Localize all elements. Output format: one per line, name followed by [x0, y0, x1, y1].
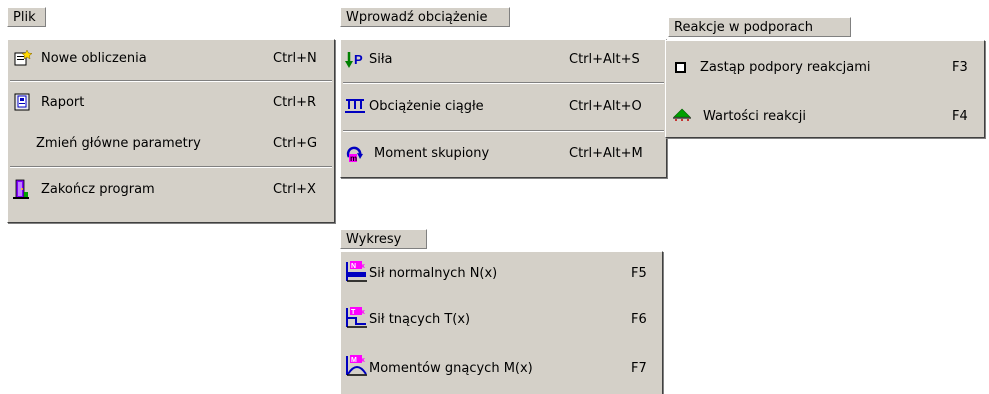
- menu-plik-title-label: Plik: [13, 10, 36, 25]
- square-icon: [675, 62, 686, 73]
- menu-item-zakoncz-program[interactable]: Zakończ program Ctrl+X: [8, 168, 334, 212]
- menu-obciazenie-title[interactable]: Wprowadź obciążenie: [340, 7, 510, 27]
- menu-item-shortcut: Ctrl+X: [273, 182, 316, 197]
- menu-item-label: Momentów gnących M(x): [369, 361, 533, 376]
- menu-item-label: Zmień główne parametry: [36, 136, 201, 151]
- menu-wykresy-title-label: Wykresy: [346, 232, 402, 247]
- menu-item-label: Moment skupiony: [374, 146, 490, 161]
- menu-plik-title[interactable]: Plik: [7, 7, 46, 27]
- menu-item-shortcut: Ctrl+Alt+S: [569, 52, 640, 67]
- menu-item-shortcut: F7: [631, 361, 647, 376]
- moment-icon: m: [346, 143, 364, 163]
- menu-item-shortcut: F3: [952, 60, 968, 75]
- menu-item-moment-skupiony[interactable]: m Moment skupiony Ctrl+Alt+M: [341, 132, 666, 176]
- menu-item-shortcut: F6: [631, 312, 647, 327]
- menu-item-zastap-podpory[interactable]: Zastąp podpory reakcjami F3: [666, 41, 984, 91]
- shear-force-chart-icon: T x: [346, 307, 368, 329]
- menu-item-label: Nowe obliczenia: [41, 51, 147, 66]
- menu-obciazenie-dropdown: P Siła Ctrl+Alt+S Obciążenie ciągłe Ctrl…: [340, 39, 667, 178]
- menu-reakcje-title-label: Reakcje w podporach: [674, 20, 813, 35]
- menu-item-label: Siła: [369, 52, 393, 67]
- menu-item-shortcut: Ctrl+G: [273, 136, 318, 151]
- report-icon: [14, 93, 30, 111]
- menu-item-raport[interactable]: Raport Ctrl+R: [8, 82, 334, 124]
- distributed-load-icon: [345, 97, 365, 113]
- svg-text:x: x: [361, 263, 365, 270]
- svg-text:m: m: [350, 154, 357, 163]
- menu-item-label: Raport: [41, 95, 85, 110]
- menu-item-shortcut: F5: [631, 266, 647, 281]
- menu-item-sila[interactable]: P Siła Ctrl+Alt+S: [341, 40, 666, 82]
- menu-obciazenie-title-label: Wprowadź obciążenie: [346, 10, 488, 25]
- new-document-icon: [14, 50, 32, 66]
- support-reaction-icon: [672, 108, 692, 122]
- menu-item-label: Sił tnących T(x): [369, 312, 471, 327]
- svg-text:N: N: [351, 263, 356, 270]
- menu-item-shortcut: Ctrl+Alt+M: [569, 146, 643, 161]
- menu-item-label: Sił normalnych N(x): [369, 266, 498, 281]
- exit-icon: [13, 178, 29, 200]
- menu-item-label: Zakończ program: [41, 182, 155, 197]
- normal-force-chart-icon: N x: [346, 261, 368, 283]
- menu-reakcje-dropdown: Zastąp podpory reakcjami F3 Wartości rea…: [665, 40, 985, 138]
- menu-item-label: Wartości reakcji: [703, 109, 806, 124]
- menu-item-shortcut: F4: [952, 109, 968, 124]
- menu-plik-dropdown: Nowe obliczenia Ctrl+N Raport Ctrl+R Zmi…: [7, 39, 335, 223]
- svg-text:T: T: [351, 309, 356, 316]
- svg-text:x: x: [361, 309, 365, 316]
- menu-item-sil-normalnych[interactable]: N x Sił normalnych N(x) F5: [341, 252, 662, 296]
- menu-item-obciazenie-ciagle[interactable]: Obciążenie ciągłe Ctrl+Alt+O: [341, 84, 666, 130]
- menu-item-shortcut: Ctrl+N: [273, 51, 317, 66]
- menu-item-label: Obciążenie ciągłe: [369, 99, 484, 114]
- bending-moment-chart-icon: M x: [346, 355, 368, 377]
- menu-item-nowe-obliczenia[interactable]: Nowe obliczenia Ctrl+N: [8, 40, 334, 80]
- menu-wykresy-dropdown: N x Sił normalnych N(x) F5 T x Sił tnący…: [340, 251, 663, 394]
- svg-text:P: P: [354, 52, 363, 67]
- svg-text:x: x: [361, 357, 365, 364]
- menu-wykresy-title[interactable]: Wykresy: [340, 229, 427, 249]
- menu-item-label: Zastąp podpory reakcjami: [700, 60, 871, 75]
- menu-item-shortcut: Ctrl+R: [273, 95, 317, 110]
- menu-item-zmien-parametry[interactable]: Zmień główne parametry Ctrl+G: [8, 124, 334, 166]
- menu-item-momentow-gnacych[interactable]: M x Momentów gnących M(x) F7: [341, 344, 662, 392]
- svg-text:M: M: [351, 357, 357, 364]
- menu-item-shortcut: Ctrl+Alt+O: [569, 99, 642, 114]
- force-arrow-icon: P: [345, 51, 365, 69]
- menu-item-sil-tnacych[interactable]: T x Sił tnących T(x) F6: [341, 296, 662, 344]
- menu-reakcje-title[interactable]: Reakcje w podporach: [668, 17, 851, 37]
- menu-item-wartosci-reakcji[interactable]: Wartości reakcji F4: [666, 91, 984, 135]
